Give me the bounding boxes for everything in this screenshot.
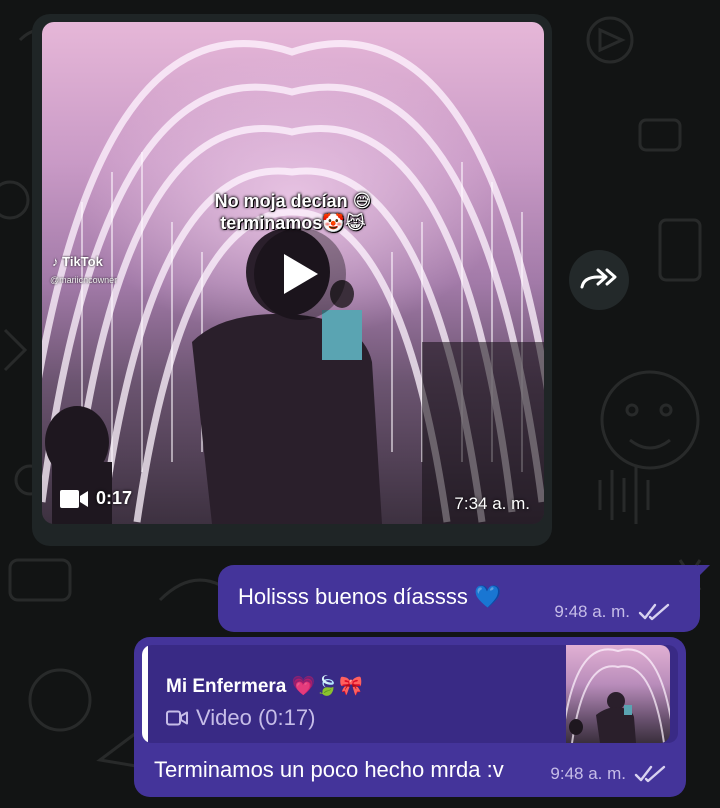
tiktok-logo: ♪ TikTok (52, 254, 103, 269)
play-button[interactable] (254, 228, 346, 320)
quoted-preview-text: Video (0:17) (196, 705, 316, 730)
video-thumbnail[interactable]: No moja decían 😅 terminamos🤡😹 ♪ TikTok @… (42, 22, 544, 524)
message-timestamp: 9:48 a. m. (550, 764, 626, 783)
message-meta: 9:48 a. m. (550, 764, 668, 784)
video-caption: No moja decían 😅 terminamos🤡😹 (42, 190, 544, 234)
double-check-icon (638, 603, 670, 621)
incoming-video-message[interactable]: No moja decían 😅 terminamos🤡😹 ♪ TikTok @… (32, 14, 552, 546)
message-timestamp: 7:34 a. m. (454, 494, 530, 513)
play-icon (284, 254, 318, 294)
tiktok-handle: @mariicncowner (50, 275, 118, 285)
video-camera-icon (60, 489, 88, 508)
quoted-message[interactable]: Mi Enfermera 💗🍃🎀 Video (0:17) (142, 645, 678, 743)
forward-button[interactable] (569, 250, 629, 310)
duration-label: 0:17 (96, 488, 133, 508)
quote-bar (142, 645, 148, 743)
caption-line-1: No moja decían 😅 (214, 191, 372, 211)
message-text: Terminamos un poco hecho mrda :v (154, 757, 504, 782)
message-meta: 9:48 a. m. (554, 602, 672, 622)
quoted-video-thumbnail (566, 645, 670, 743)
thumbnail-illustration (566, 648, 670, 743)
message-timestamp: 9:48 a. m. (554, 602, 630, 621)
bubble-tail (698, 565, 710, 577)
outgoing-reply-message[interactable]: Mi Enfermera 💗🍃🎀 Video (0:17) Terminamos… (134, 637, 686, 797)
video-duration: 0:17 (60, 488, 132, 509)
quoted-preview: Video (0:17) (166, 705, 315, 731)
quoted-sender-name: Mi Enfermera 💗🍃🎀 (166, 676, 363, 697)
outgoing-message[interactable]: Holisss buenos díassss 💙 9:48 a. m. (218, 565, 710, 632)
double-check-icon (634, 765, 666, 783)
message-text: Holisss buenos díassss 💙 (238, 584, 502, 609)
forward-icon (580, 268, 617, 289)
video-camera-icon (166, 710, 188, 726)
tiktok-icon: ♪ (52, 254, 59, 269)
